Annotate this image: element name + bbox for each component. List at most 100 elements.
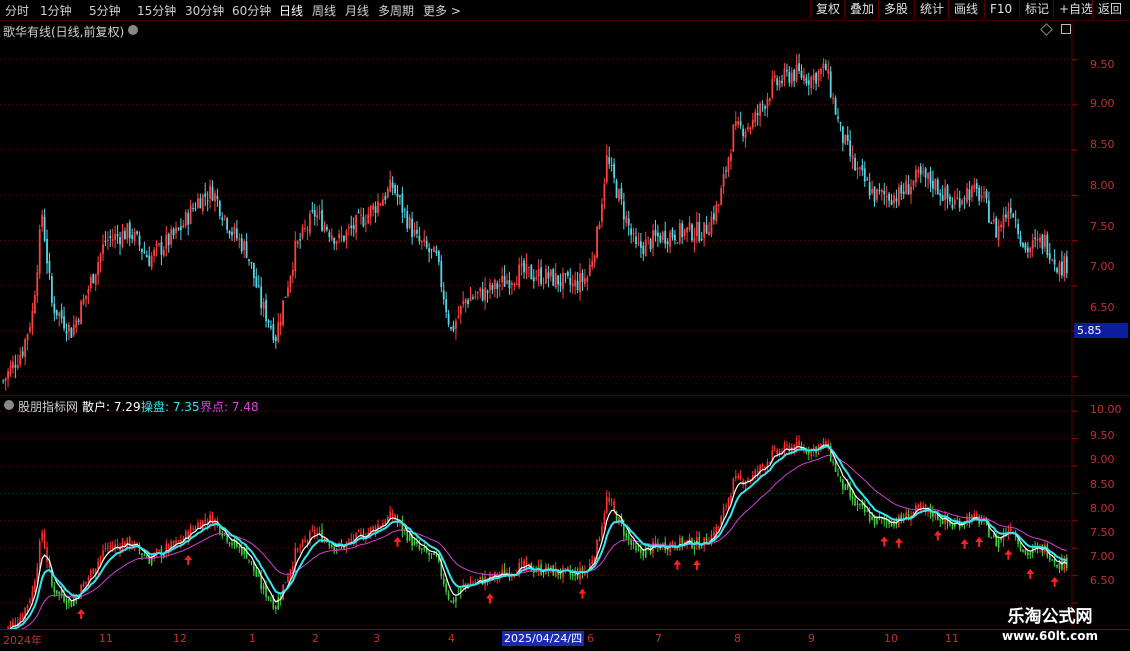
candlestick-chart[interactable] <box>0 20 1130 396</box>
candle-body <box>569 277 572 285</box>
candle-body <box>301 226 304 238</box>
mark-button[interactable]: 标记 <box>1019 0 1054 19</box>
candle-body <box>503 275 506 287</box>
indicator-bar-body <box>837 473 839 475</box>
indicator-bar-body <box>727 498 730 507</box>
candle-body <box>437 251 440 262</box>
restore-rights-button[interactable]: 复权 <box>810 0 845 19</box>
price-chart-panel[interactable]: 歌华有线(日线,前复权) 9.50 9.00 8.50 8.00 7.50 7.… <box>0 20 1130 396</box>
indicator-bar-body <box>194 528 197 530</box>
indicator-panel[interactable]: 股朋指标网 散户: 7.29 操盘: 7.35 界点: 7.48 10.00 9… <box>0 397 1130 629</box>
candle-body <box>121 231 124 247</box>
indicator-bar-body <box>14 623 17 626</box>
chevron-down-icon[interactable] <box>128 25 138 35</box>
indicator-bar-body <box>734 475 737 479</box>
candle-body <box>374 206 377 213</box>
tab-1min[interactable]: 1分钟 <box>40 2 72 19</box>
y-tick-950: 9.50 <box>1090 58 1115 71</box>
overlay-button[interactable]: 叠加 <box>844 0 879 19</box>
date-label: 6 <box>587 632 594 645</box>
candle-body <box>717 204 720 206</box>
tab-monthly[interactable]: 月线 <box>345 2 369 19</box>
candle-body <box>798 63 800 72</box>
candle-body <box>766 98 769 109</box>
indicator-bar-body <box>99 556 102 562</box>
indicator-bar-body <box>703 537 705 547</box>
candle-body <box>659 235 662 243</box>
tab-weekly[interactable]: 周线 <box>312 2 336 19</box>
indicator-bar-body <box>262 585 265 590</box>
candle-body <box>165 234 168 249</box>
candle-body <box>428 247 431 253</box>
tab-60min[interactable]: 60分钟 <box>232 2 271 19</box>
indicator-bar-body <box>116 544 119 546</box>
indicator-bar-body <box>567 567 569 570</box>
chevron-down-icon[interactable] <box>4 400 14 410</box>
candle-body <box>364 223 367 225</box>
candle-body <box>739 121 742 126</box>
multi-stock-button[interactable]: 多股 <box>878 0 913 19</box>
candle-body <box>80 301 82 325</box>
candle-body <box>610 165 613 167</box>
stats-button[interactable]: 统计 <box>914 0 949 19</box>
indicator-chart[interactable] <box>0 397 1130 629</box>
candle-body <box>888 193 891 201</box>
f10-button[interactable]: F10 <box>984 0 1017 19</box>
y-tick-900: 9.00 <box>1090 97 1115 110</box>
panel-toggle-icon[interactable] <box>1061 24 1071 34</box>
tab-more[interactable]: 更多 > <box>423 2 461 19</box>
tab-5min[interactable]: 5分钟 <box>89 2 121 19</box>
candle-body <box>150 255 153 268</box>
tab-multi-period[interactable]: 多周期 <box>378 2 414 19</box>
candle-body <box>657 232 659 237</box>
candle-body <box>162 249 165 256</box>
candle-body <box>781 80 783 84</box>
candle-body <box>520 263 523 266</box>
candle-body <box>581 273 584 282</box>
draw-line-button[interactable]: 画线 <box>948 0 983 19</box>
ind-y-tick-650: 6.50 <box>1090 574 1115 587</box>
candle-body <box>827 69 830 74</box>
candle-body <box>160 242 163 255</box>
candle-body <box>625 216 628 223</box>
candle-body <box>566 271 569 276</box>
candle-body <box>345 231 348 241</box>
indicator-bar-body <box>856 504 859 506</box>
indicator-bar-body <box>372 526 374 530</box>
candle-body <box>472 297 474 299</box>
indicator-bar-body <box>41 532 43 540</box>
y-tick-750: 7.50 <box>1090 220 1115 233</box>
candle-body <box>340 235 343 237</box>
indicator-bar-body <box>623 524 625 536</box>
tab-fenshi[interactable]: 分时 <box>5 2 29 19</box>
indicator-bar-body <box>640 548 642 553</box>
candle-body <box>92 274 95 284</box>
candle-body <box>493 279 496 289</box>
candle-body <box>177 228 180 230</box>
y-tick-800: 8.00 <box>1090 179 1115 192</box>
indicator-bar-body <box>292 565 294 570</box>
indicator-bar-body <box>450 600 452 602</box>
indicator-bar-body <box>598 538 601 542</box>
candle-body <box>330 235 333 240</box>
tab-daily[interactable]: 日线 <box>279 2 303 19</box>
indicator-bar-body <box>430 553 433 555</box>
candle-body <box>167 233 170 246</box>
candle-body <box>576 280 579 291</box>
candle-body <box>430 249 433 251</box>
indicator-bar-body <box>1022 549 1024 553</box>
indicator-bar-body <box>158 550 160 552</box>
candle-body <box>635 236 637 244</box>
candle-body <box>326 226 328 230</box>
candle-body <box>715 204 718 222</box>
candle-body <box>941 195 944 202</box>
candle-body <box>170 229 173 245</box>
candle-body <box>452 325 455 331</box>
tab-15min[interactable]: 15分钟 <box>137 2 176 19</box>
indicator-bar-body <box>975 513 978 517</box>
tab-30min[interactable]: 30分钟 <box>185 2 224 19</box>
candle-body <box>396 193 399 198</box>
candle-body <box>228 231 231 235</box>
candle-body <box>252 262 255 279</box>
back-button[interactable]: 返回 <box>1092 0 1127 19</box>
